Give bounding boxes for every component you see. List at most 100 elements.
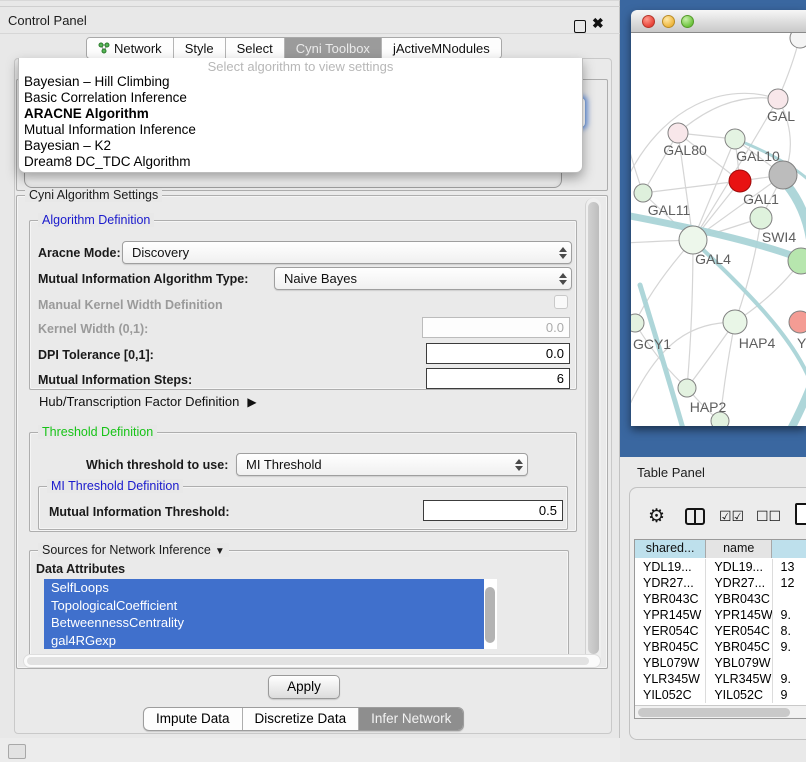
table-row[interactable]: YBL079WYBL079W: [635, 655, 806, 671]
node-gcy1[interactable]: [631, 314, 644, 332]
attribute-item-gal4rgexp[interactable]: gal4RGexp: [44, 632, 484, 650]
tab-style[interactable]: Style: [174, 38, 226, 58]
algorithm-option-dream8-dc-tdc-algorithm[interactable]: Dream8 DC_TDC Algorithm: [19, 154, 582, 170]
algorithm-option-aracne-algorithm[interactable]: ARACNE Algorithm: [19, 106, 582, 122]
network-edge[interactable]: [635, 240, 693, 323]
table-header-row: shared...name: [635, 540, 806, 558]
tab-select[interactable]: Select: [226, 38, 285, 58]
network-edge[interactable]: [678, 98, 778, 133]
threshold-definition-group: Threshold Definition Which threshold to …: [29, 432, 577, 532]
node-gal10[interactable]: [725, 129, 745, 149]
bottom-tab-infer-network[interactable]: Infer Network: [359, 708, 463, 730]
control-panel-header: Control Panel ✖: [0, 6, 620, 34]
mi-type-value: Naive Bayes: [275, 271, 555, 286]
bottom-tab-discretize-data[interactable]: Discretize Data: [243, 708, 360, 730]
table-cell: [773, 591, 806, 607]
network-window: GALGAL80GAL10GAL1GAL11SWI4GAL4GCY1HAP4YH…: [631, 10, 806, 426]
column-header-name[interactable]: name: [706, 540, 772, 558]
tab-label: Style: [185, 41, 214, 56]
network-window-titlebar[interactable]: [631, 10, 806, 33]
table-hscrollbar-thumb[interactable]: [638, 708, 790, 717]
node-top-partial[interactable]: [790, 33, 806, 48]
attribute-item-betweennesscentrality[interactable]: BetweennessCentrality: [44, 614, 484, 632]
algorithm-definition-group: Algorithm Definition Aracne Mode: Discov…: [29, 220, 577, 390]
dpi-tolerance-field[interactable]: [426, 343, 570, 364]
tab-label: Select: [237, 41, 273, 56]
split-columns-icon[interactable]: [685, 508, 705, 525]
node-hap2-label: HAP2: [690, 399, 727, 415]
table-cell: YBL079W: [706, 655, 772, 671]
collapsed-panel-button[interactable]: [8, 744, 26, 759]
node-salmon[interactable]: [789, 311, 806, 333]
table-row[interactable]: YIL052CYIL052C9: [635, 687, 806, 703]
node-red[interactable]: [729, 170, 751, 192]
network-edge-highlighted[interactable]: [640, 285, 693, 426]
hide-columns-icon[interactable]: ☐☐: [756, 508, 781, 525]
algorithm-option-basic-correlation-inference[interactable]: Basic Correlation Inference: [19, 90, 582, 106]
mi-steps-field[interactable]: [426, 368, 570, 389]
node-hap4[interactable]: [723, 310, 747, 334]
hub-definition-expander[interactable]: Hub/Transcription Factor Definition▶: [39, 394, 257, 409]
network-icon: [98, 42, 110, 54]
tab-network[interactable]: Network: [87, 38, 174, 58]
node-gal80[interactable]: [668, 123, 688, 143]
algorithm-option-mutual-information-inference[interactable]: Mutual Information Inference: [19, 122, 582, 138]
attribute-item-topologicalcoefficient[interactable]: TopologicalCoefficient: [44, 597, 484, 615]
node-gal1-label: GAL1: [743, 191, 779, 207]
network-edge-highlighted[interactable]: [769, 383, 806, 426]
settings-hscrollbar-thumb[interactable]: [27, 657, 589, 665]
node-gal1[interactable]: [769, 161, 797, 189]
algorithm-dropdown-popup: Select algorithm to view settings Bayesi…: [18, 58, 583, 173]
attributes-scrollbar-thumb[interactable]: [485, 587, 495, 643]
network-edge[interactable]: [631, 93, 778, 183]
manual-kernel-checkbox[interactable]: [554, 295, 568, 309]
network-edge[interactable]: [687, 240, 693, 388]
node-swi4[interactable]: [750, 207, 772, 229]
column-header-partial[interactable]: [772, 540, 806, 558]
aracne-mode-combobox[interactable]: Discovery: [122, 241, 572, 264]
table-cell: YBR045C: [706, 639, 772, 655]
node-gal-cut[interactable]: [768, 89, 788, 109]
network-canvas[interactable]: GALGAL80GAL10GAL1GAL11SWI4GAL4GCY1HAP4YH…: [631, 33, 806, 426]
table-cell: YPR145W: [706, 607, 772, 623]
chevron-up-down-icon: [511, 454, 527, 475]
sources-title[interactable]: Sources for Network Inference▼: [38, 543, 229, 557]
kernel-width-field[interactable]: [422, 317, 570, 338]
close-traffic-light-icon[interactable]: [642, 15, 655, 28]
aracne-mode-value: Discovery: [123, 245, 555, 260]
node-gal4[interactable]: [679, 226, 707, 254]
mi-threshold-field[interactable]: [423, 500, 563, 521]
table-row[interactable]: YDR27...YDR27...12: [635, 575, 806, 591]
table-row[interactable]: YDL19...YDL19...13: [635, 559, 806, 575]
zoom-traffic-light-icon[interactable]: [681, 15, 694, 28]
close-icon[interactable]: ✖: [592, 15, 604, 32]
node-hap2[interactable]: [678, 379, 696, 397]
table-cell: 9.: [773, 671, 806, 687]
table-row[interactable]: YBR045CYBR045C9.: [635, 639, 806, 655]
column-header-shared[interactable]: shared...: [635, 540, 706, 558]
which-threshold-combobox[interactable]: MI Threshold: [236, 453, 528, 476]
mi-threshold-definition-title: MI Threshold Definition: [47, 479, 183, 493]
show-columns-icon[interactable]: ☑☑: [719, 508, 744, 525]
bottom-tab-impute-data[interactable]: Impute Data: [144, 708, 243, 730]
table-row[interactable]: YER054CYER054C8.: [635, 623, 806, 639]
minimize-traffic-light-icon[interactable]: [662, 15, 675, 28]
table-row[interactable]: YBR043CYBR043C: [635, 591, 806, 607]
tab-jactivemnodules[interactable]: jActiveMNodules: [382, 38, 501, 58]
algorithm-definition-title: Algorithm Definition: [38, 213, 154, 227]
algorithm-option-bayesian-k2[interactable]: Bayesian – K2: [19, 138, 582, 154]
tab-label: Network: [114, 41, 162, 56]
node-gal11[interactable]: [634, 184, 652, 202]
apply-button[interactable]: Apply: [268, 675, 340, 699]
algorithm-option-bayesian-hill-climbing[interactable]: Bayesian – Hill Climbing: [19, 74, 582, 90]
mi-type-combobox[interactable]: Naive Bayes: [274, 267, 572, 290]
tab-cyni-toolbox[interactable]: Cyni Toolbox: [285, 38, 382, 58]
page-icon[interactable]: [795, 503, 806, 525]
settings-scrollbar-thumb[interactable]: [588, 202, 599, 654]
gear-icon[interactable]: ⚙: [648, 505, 665, 528]
attribute-item-selfloops[interactable]: SelfLoops: [44, 579, 484, 597]
float-window-icon[interactable]: [574, 20, 586, 33]
table-row[interactable]: YPR145WYPR145W9.: [635, 607, 806, 623]
settings-group-title: Cyni Algorithm Settings: [25, 188, 162, 202]
table-row[interactable]: YLR345WYLR345W9.: [635, 671, 806, 687]
